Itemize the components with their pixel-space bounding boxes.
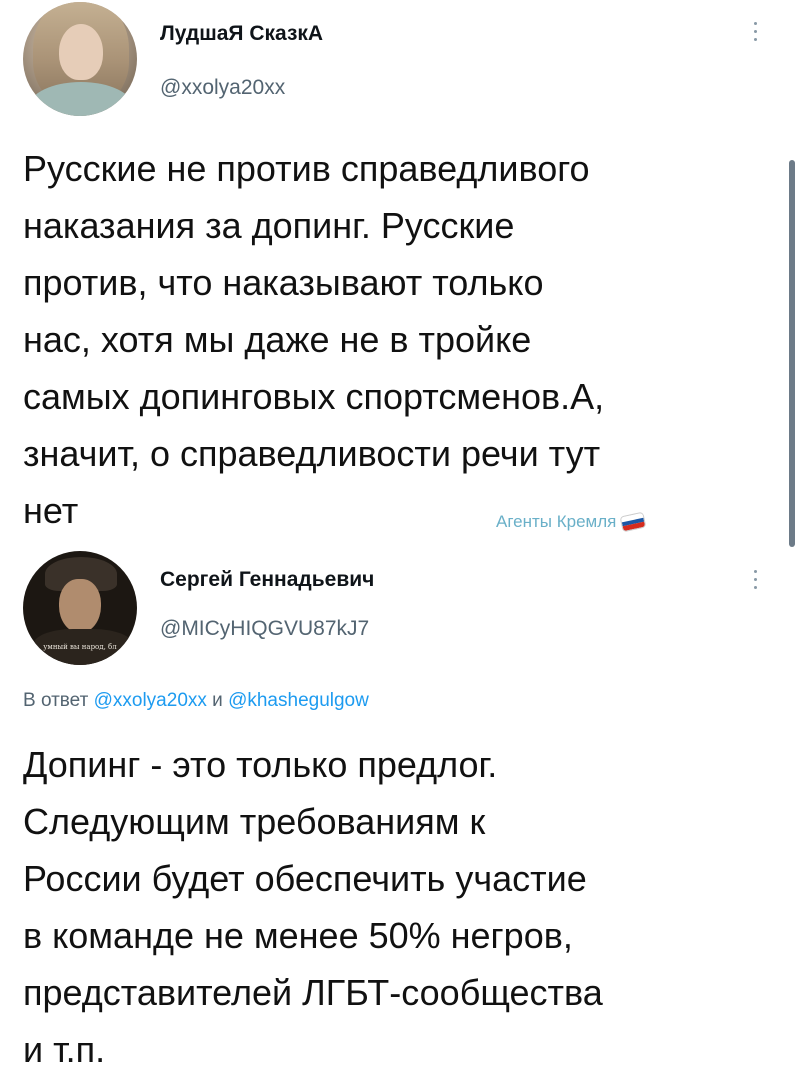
reply-context: В ответ @xxolya20xx и @khashegulgow xyxy=(23,690,369,712)
avatar[interactable] xyxy=(23,2,137,116)
avatar-face xyxy=(59,24,103,80)
russian-flag-icon xyxy=(621,512,646,532)
avatar-face xyxy=(59,579,101,633)
author-name[interactable]: ЛудшаЯ СказкА xyxy=(160,22,323,46)
tweet-text: Русские не против справедливого наказани… xyxy=(23,148,605,531)
tweet-text: Допинг - это только предлог. Следующим т… xyxy=(23,744,603,1070)
author-handle[interactable]: @xxolya20xx xyxy=(160,76,285,100)
reply-user-link[interactable]: @khashegulgow xyxy=(228,690,369,711)
more-vertical-icon[interactable] xyxy=(752,570,758,589)
watermark: Агенты Кремля xyxy=(496,512,646,532)
reply-joiner: и xyxy=(212,690,223,711)
watermark-text: Агенты Кремля xyxy=(496,512,617,531)
reply-prefix: В ответ xyxy=(23,690,89,711)
reply-user-link[interactable]: @xxolya20xx xyxy=(94,690,207,711)
more-vertical-icon[interactable] xyxy=(752,22,758,41)
scrollbar[interactable] xyxy=(789,160,795,547)
avatar[interactable]: умный вы народ, бл xyxy=(23,551,137,665)
author-handle[interactable]: @MICyHIQGVU87kJ7 xyxy=(160,617,369,641)
avatar-caption: умный вы народ, бл xyxy=(43,643,117,651)
author-name[interactable]: Сергей Геннадьевич xyxy=(160,568,374,592)
